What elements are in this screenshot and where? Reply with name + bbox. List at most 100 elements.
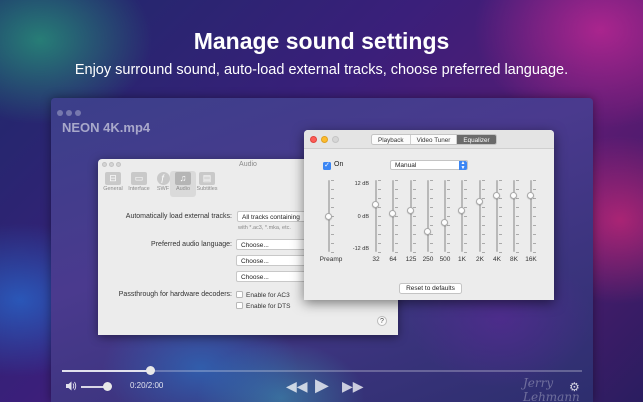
fast-forward-icon[interactable]: ▶▶: [342, 379, 364, 393]
slider-knob[interactable]: [441, 218, 448, 226]
slider-knob[interactable]: [527, 191, 534, 199]
close-button[interactable]: [310, 136, 317, 143]
slider-tick: [331, 252, 334, 253]
help-button[interactable]: ?: [377, 316, 387, 326]
gear-icon[interactable]: ⚙: [569, 380, 580, 394]
eq-band-slider[interactable]: [324, 180, 334, 253]
slider-tick: [413, 180, 416, 181]
rewind-icon[interactable]: ◀◀: [286, 379, 308, 393]
slider-tick: [413, 243, 416, 244]
slider-tick: [482, 216, 485, 217]
seek-bar[interactable]: [62, 366, 582, 375]
slider-track[interactable]: [479, 180, 481, 252]
tab-general[interactable]: ⊟ General: [100, 171, 126, 197]
slider-track[interactable]: [461, 180, 463, 252]
speaker-icon[interactable]: [65, 380, 77, 392]
slider-knob[interactable]: [424, 227, 431, 235]
zoom-button[interactable]: [332, 136, 339, 143]
tab-equalizer[interactable]: Equalizer: [456, 135, 496, 144]
eq-band-slider[interactable]: [423, 180, 433, 253]
slider-tick: [447, 180, 450, 181]
tab-video-tuner[interactable]: Video Tuner: [409, 135, 457, 144]
slider-tick: [482, 225, 485, 226]
slider-tick: [413, 216, 416, 217]
slider-tick: [395, 216, 398, 217]
eq-band-slider[interactable]: [492, 180, 502, 253]
auto-load-select[interactable]: All tracks containing: [237, 211, 307, 222]
slider-tick: [516, 243, 519, 244]
slider-track[interactable]: [513, 180, 515, 252]
checkbox-box[interactable]: [236, 291, 243, 298]
tab-playback[interactable]: Playback: [372, 135, 410, 144]
checkmark-icon[interactable]: ✓: [323, 162, 331, 170]
eq-band-slider[interactable]: [388, 180, 398, 253]
slider-tick: [378, 216, 381, 217]
minimize-dot[interactable]: [66, 110, 72, 116]
slider-tick: [413, 189, 416, 190]
slider-tick: [499, 180, 502, 181]
slider-track[interactable]: [530, 180, 532, 252]
slider-knob[interactable]: [325, 212, 332, 220]
tab-subtitles[interactable]: ▤ Subtitles: [193, 171, 221, 197]
preset-select[interactable]: Manual ▲ ▼: [390, 160, 468, 170]
slider-tick: [533, 225, 536, 226]
checkbox-box[interactable]: [236, 302, 243, 309]
slider-tick: [447, 234, 450, 235]
equalizer-on-toggle[interactable]: ✓ On: [323, 161, 343, 170]
slider-track[interactable]: [496, 180, 498, 252]
slider-knob[interactable]: [407, 206, 414, 214]
enable-dts-checkbox[interactable]: Enable for DTS: [236, 302, 290, 310]
subtitles-icon: ▤: [199, 172, 215, 185]
slider-tick: [430, 216, 433, 217]
slider-tick: [482, 189, 485, 190]
eq-band-slider[interactable]: [440, 180, 450, 253]
play-icon[interactable]: ▶: [315, 376, 329, 394]
tab-interface[interactable]: ▭ Interface: [126, 171, 152, 197]
slider-track[interactable]: [444, 180, 446, 252]
enable-ac3-checkbox[interactable]: Enable for AC3: [236, 291, 290, 299]
slider-track[interactable]: [427, 180, 429, 252]
reset-to-defaults-button[interactable]: Reset to defaults: [399, 283, 462, 294]
slider-knob[interactable]: [389, 209, 396, 217]
zoom-dot[interactable]: [75, 110, 81, 116]
slider-tick: [499, 252, 502, 253]
slider-tick: [533, 198, 536, 199]
slider-tick: [447, 198, 450, 199]
slider-tick: [413, 234, 416, 235]
slider-tick: [516, 234, 519, 235]
eq-band-slider[interactable]: [475, 180, 485, 253]
slider-tick: [447, 216, 450, 217]
slider-knob[interactable]: [510, 191, 517, 199]
slider-tick: [378, 189, 381, 190]
language-select-1[interactable]: Choose...: [236, 239, 306, 250]
panel-tabs: Playback Video Tuner Equalizer: [371, 134, 497, 145]
slider-tick: [499, 198, 502, 199]
slider-track[interactable]: [375, 180, 377, 252]
language-select-2[interactable]: Choose...: [236, 255, 306, 266]
slider-tick: [482, 180, 485, 181]
slider-tick: [331, 180, 334, 181]
minimize-button[interactable]: [321, 136, 328, 143]
slider-tick: [430, 207, 433, 208]
eq-band-slider[interactable]: [526, 180, 536, 253]
eq-band-slider[interactable]: [457, 180, 467, 253]
slider-tick: [499, 216, 502, 217]
slider-track[interactable]: [410, 180, 412, 252]
slider-knob[interactable]: [458, 206, 465, 214]
equalizer-window: Playback Video Tuner Equalizer ✓ On Manua…: [304, 130, 554, 300]
seek-knob[interactable]: [145, 366, 155, 375]
language-select-3[interactable]: Choose...: [236, 271, 306, 282]
slider-tick: [378, 198, 381, 199]
slider-tick: [395, 198, 398, 199]
eq-band-slider[interactable]: [371, 180, 381, 253]
swf-icon: ƒ: [156, 172, 170, 185]
slider-tick: [533, 243, 536, 244]
player-window-controls: [57, 103, 84, 121]
slider-knob[interactable]: [493, 191, 500, 199]
slider-knob[interactable]: [476, 197, 483, 205]
close-dot[interactable]: [57, 110, 63, 116]
eq-band-slider[interactable]: [509, 180, 519, 253]
slider-knob[interactable]: [372, 200, 379, 208]
eq-band-slider[interactable]: [406, 180, 416, 253]
volume-knob[interactable]: [103, 382, 112, 391]
